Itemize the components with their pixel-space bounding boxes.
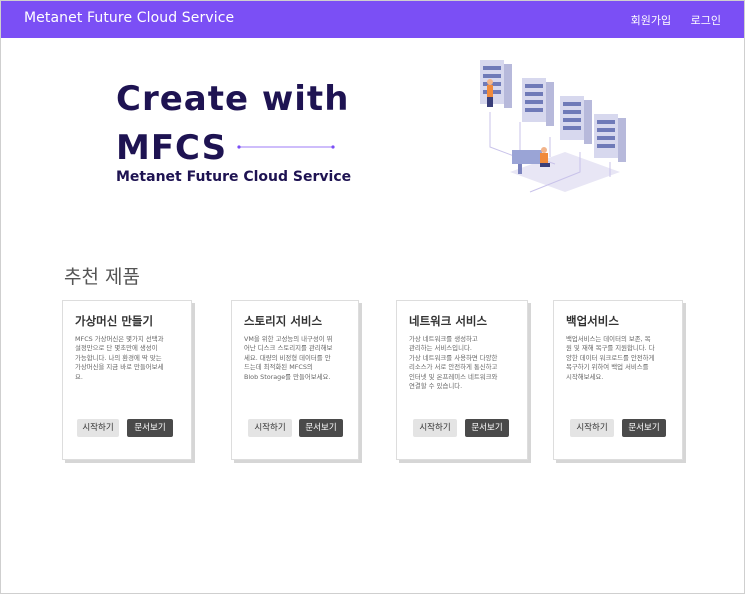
hero-title-line2: MFCS — [116, 128, 228, 168]
hero-decoration — [237, 145, 335, 149]
docs-button[interactable]: 문서보기 — [465, 419, 509, 437]
section-title: 추천 제품 — [64, 266, 140, 288]
card-description: 백업서비스는 데이터의 보존, 복 원 및 재해 복구를 지원합니다. 다 양한… — [566, 335, 655, 381]
hero-subtitle: Metanet Future Cloud Service — [116, 169, 352, 185]
login-link[interactable]: 로그인 — [691, 14, 721, 27]
signup-link[interactable]: 회원가입 — [631, 14, 671, 27]
card-title: 스토리지 서비스 — [244, 314, 323, 328]
product-card-storage: 스토리지 서비스 VM을 위한 고성능의 내구성이 뛰 어난 디스크 스토리지를… — [231, 300, 359, 460]
hero-title: Create with — [116, 82, 349, 116]
start-button[interactable]: 시작하기 — [413, 419, 457, 437]
hero-title-line1: Create with — [116, 79, 350, 119]
product-card-network: 네트워크 서비스 가상 네트워크를 생성하고 관리하는 서비스입니다. 가상 네… — [396, 300, 528, 460]
docs-button[interactable]: 문서보기 — [127, 419, 173, 437]
card-title: 가상머신 만들기 — [75, 314, 154, 328]
top-navbar: Metanet Future Cloud Service 회원가입 로그인 — [0, 0, 745, 38]
card-title: 네트워크 서비스 — [409, 314, 488, 328]
start-button[interactable]: 시작하기 — [77, 419, 119, 437]
card-description: 가상 네트워크를 생성하고 관리하는 서비스입니다. 가상 네트워크를 사용하면… — [409, 335, 498, 391]
brand-title[interactable]: Metanet Future Cloud Service — [24, 10, 234, 26]
docs-button[interactable]: 문서보기 — [622, 419, 666, 437]
card-description: VM을 위한 고성능의 내구성이 뛰 어난 디스크 스토리지를 관리해보 세요.… — [244, 335, 333, 381]
server-rack-icon — [480, 60, 512, 108]
product-card-backup: 백업서비스 백업서비스는 데이터의 보존, 복 원 및 재해 복구를 지원합니다… — [553, 300, 683, 460]
card-title: 백업서비스 — [566, 314, 619, 328]
product-card-vm: 가상머신 만들기 MFCS 가상머신은 몇가지 선택과 설정만으로 단 몇초만에… — [62, 300, 192, 460]
nav-links: 회원가입 로그인 — [615, 12, 721, 28]
docs-button[interactable]: 문서보기 — [299, 419, 343, 437]
start-button[interactable]: 시작하기 — [248, 419, 292, 437]
card-description: MFCS 가상머신은 몇가지 선택과 설정만으로 단 몇초만에 생성이 가능합니… — [75, 335, 164, 381]
cloud-server-illustration — [480, 60, 626, 193]
start-button[interactable]: 시작하기 — [570, 419, 614, 437]
